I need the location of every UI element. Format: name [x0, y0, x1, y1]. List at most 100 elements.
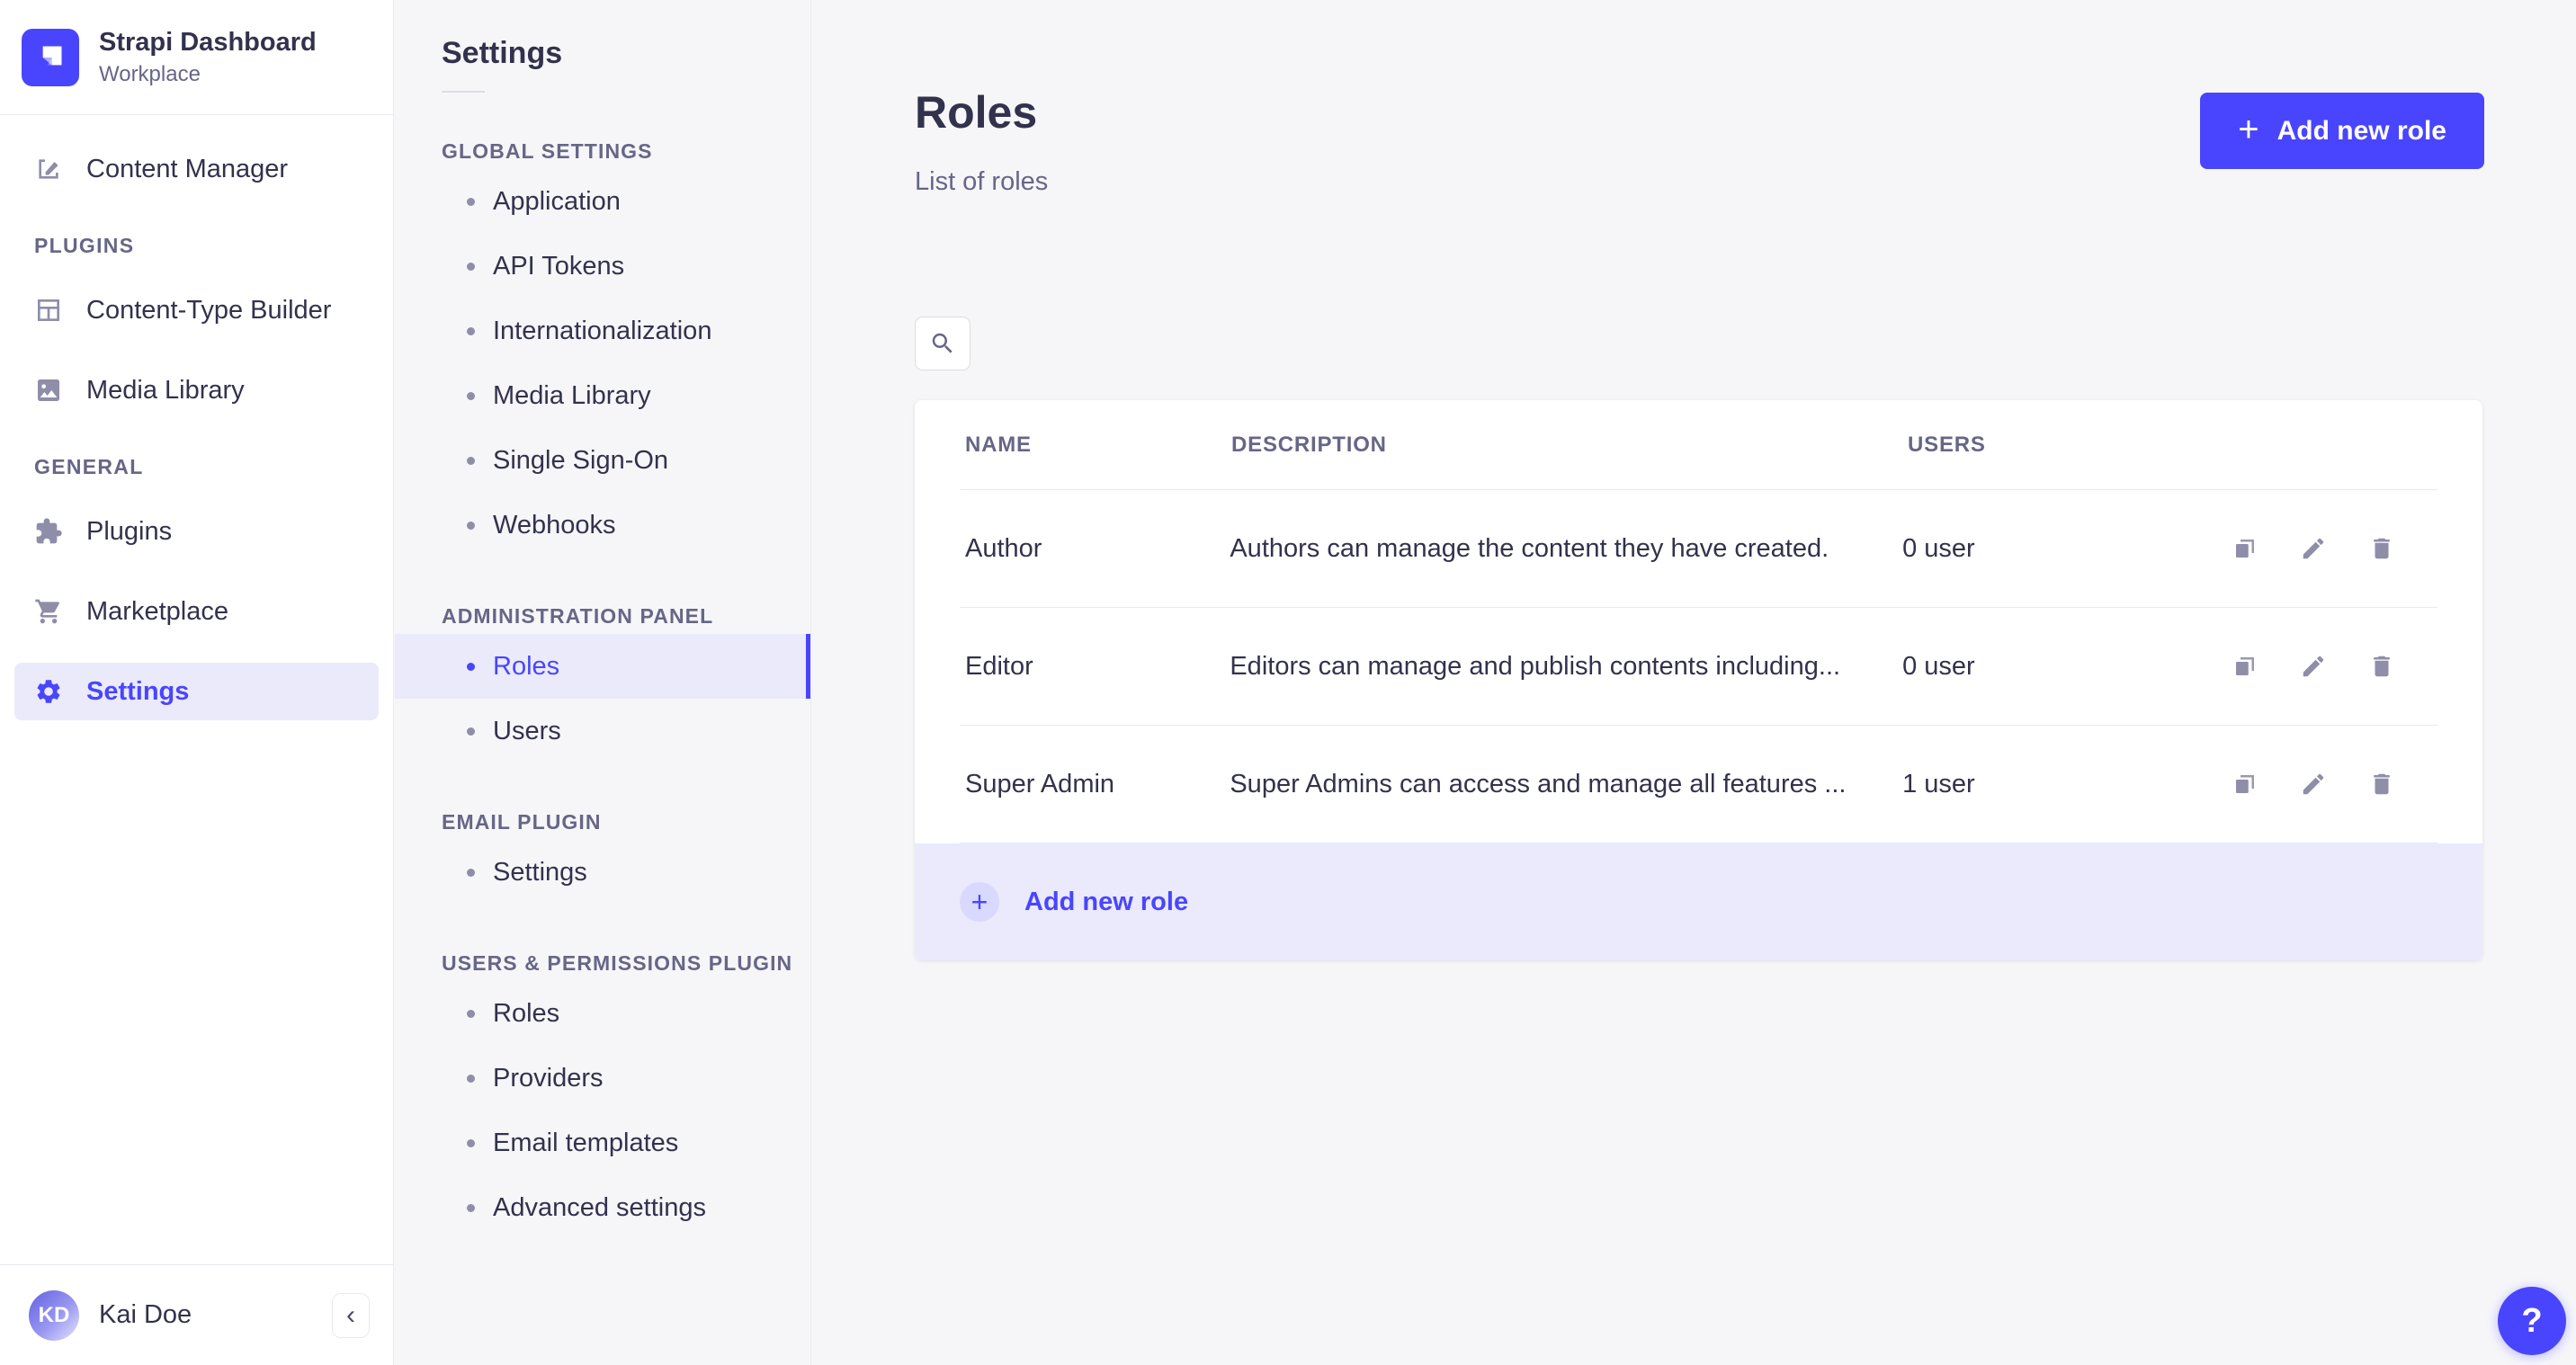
page-subtitle: List of roles: [915, 167, 1049, 196]
bullet-icon: [467, 262, 475, 271]
add-new-role-button[interactable]: + Add new role: [2200, 93, 2484, 169]
edit-role-button[interactable]: [2298, 651, 2329, 682]
user-name: Kai Doe: [99, 1300, 192, 1329]
subnav-item-application[interactable]: Application: [442, 169, 810, 234]
table-footer-add-role[interactable]: + Add new role: [915, 843, 2482, 960]
table-row-author[interactable]: Author Authors can manage the content th…: [960, 490, 2437, 608]
collapse-sidebar-button[interactable]: ‹: [332, 1292, 370, 1338]
main-nav: Content Manager PLUGINS Content-Type Bui…: [0, 115, 393, 720]
sidebar-item-content-manager[interactable]: Content Manager: [14, 140, 379, 198]
sidebar-item-plugins[interactable]: Plugins: [14, 503, 379, 560]
avatar[interactable]: KD: [29, 1289, 79, 1341]
subnav-item-email-templates[interactable]: Email templates: [442, 1111, 810, 1175]
bullet-icon: [467, 391, 475, 400]
trash-icon: [2374, 773, 2390, 795]
gear-icon: [37, 680, 60, 703]
subnav-item-media-library[interactable]: Media Library: [442, 363, 810, 428]
layout-icon: [38, 299, 59, 321]
sidebar-item-label: Content-Type Builder: [86, 295, 332, 325]
sidebar-item-settings[interactable]: Settings: [14, 663, 379, 720]
bullet-icon: [467, 1074, 475, 1083]
image-icon: [38, 379, 59, 401]
copy-icon: [2236, 657, 2254, 675]
subnav-section-email-plugin: EMAIL PLUGIN: [442, 810, 602, 834]
trash-icon: [2374, 538, 2390, 559]
edit-role-button[interactable]: [2298, 533, 2329, 564]
divider: [442, 91, 485, 93]
role-users-count: 0 user: [1902, 651, 1975, 681]
user-row: KD Kai Doe ‹: [0, 1264, 393, 1365]
pencil-icon: [2303, 773, 2324, 795]
bullet-icon: [467, 456, 475, 465]
bullet-icon: [467, 868, 475, 877]
role-users-count: 1 user: [1902, 769, 1975, 798]
subnav-item-single-sign-on[interactable]: Single Sign-On: [442, 428, 810, 493]
puzzle-icon: [36, 518, 62, 544]
subnav-item-label: Application: [493, 186, 621, 216]
sidebar-item-label: Media Library: [86, 375, 245, 405]
search-button[interactable]: [915, 317, 970, 370]
delete-role-button[interactable]: [2366, 651, 2397, 682]
subnav-item-roles-up[interactable]: Roles: [442, 981, 810, 1046]
plus-circle-icon: +: [960, 882, 999, 922]
subnav-item-providers[interactable]: Providers: [442, 1046, 810, 1111]
bullet-icon: [467, 197, 475, 206]
workspace-name: Workplace: [99, 61, 201, 86]
subnav-item-email-settings[interactable]: Settings: [442, 840, 810, 905]
help-button[interactable]: ?: [2498, 1287, 2566, 1355]
subnav-item-users[interactable]: Users: [442, 699, 810, 763]
delete-role-button[interactable]: [2366, 769, 2397, 799]
pen-icon: [39, 159, 58, 179]
bullet-icon: [467, 1138, 475, 1147]
column-header-users: USERS: [1908, 432, 1986, 457]
edit-role-button[interactable]: [2298, 769, 2329, 799]
roles-table-card: NAME DESCRIPTION USERS Author Authors ca…: [915, 400, 2482, 960]
workspace-header[interactable]: Strapi Dashboard Workplace: [0, 0, 393, 115]
delete-role-button[interactable]: [2366, 533, 2397, 564]
subnav-item-label: API Tokens: [493, 251, 625, 281]
subnav-item-label: Roles: [493, 998, 560, 1028]
role-description: Editors can manage and publish contents …: [1230, 651, 1841, 681]
sidebar-item-marketplace[interactable]: Marketplace: [14, 583, 379, 640]
table-row-editor[interactable]: Editor Editors can manage and publish co…: [960, 608, 2437, 726]
role-name: Editor: [965, 651, 1033, 681]
subnav-item-api-tokens[interactable]: API Tokens: [442, 234, 810, 299]
bullet-icon: [467, 662, 475, 671]
sidebar-item-label: Marketplace: [86, 596, 228, 626]
subnav-item-label: Internationalization: [493, 316, 712, 345]
column-header-name: NAME: [965, 432, 1032, 457]
search-icon: [932, 333, 953, 353]
bullet-icon: [467, 1203, 475, 1212]
subnav-item-label: Users: [493, 716, 561, 745]
bullet-icon: [467, 1009, 475, 1018]
subnav-item-label: Webhooks: [493, 510, 616, 540]
settings-subnav: Settings GLOBAL SETTINGS Application API…: [395, 0, 811, 1365]
main-content: Roles List of roles + Add new role NAME …: [812, 0, 2576, 1365]
page-title: Roles: [915, 87, 1038, 138]
subnav-section-administration-panel: ADMINISTRATION PANEL: [442, 604, 714, 628]
copy-icon: [2236, 775, 2254, 793]
subnav-section-global-settings: GLOBAL SETTINGS: [442, 139, 653, 163]
subnav-item-label: Single Sign-On: [493, 445, 669, 475]
subnav-item-advanced-settings[interactable]: Advanced settings: [442, 1175, 810, 1240]
pencil-icon: [2303, 656, 2324, 677]
duplicate-role-button[interactable]: [2230, 651, 2260, 682]
sidebar-item-content-type-builder[interactable]: Content-Type Builder: [14, 281, 379, 339]
subnav-item-label: Providers: [493, 1063, 604, 1093]
role-users-count: 0 user: [1902, 533, 1975, 563]
sidebar-section-plugins: PLUGINS: [34, 234, 135, 257]
plus-icon: +: [2238, 109, 2259, 149]
subnav-item-webhooks[interactable]: Webhooks: [442, 493, 810, 558]
app-title: Strapi Dashboard: [99, 28, 317, 58]
subnav-item-internationalization[interactable]: Internationalization: [442, 299, 810, 363]
subnav-item-label: Settings: [493, 857, 587, 887]
table-row-super-admin[interactable]: Super Admin Super Admins can access and …: [960, 726, 2437, 843]
subnav-item-roles-admin[interactable]: Roles: [395, 634, 810, 699]
subnav-section-users-permissions: USERS & PERMISSIONS PLUGIN: [442, 951, 793, 975]
duplicate-role-button[interactable]: [2230, 533, 2260, 564]
sidebar-item-media-library[interactable]: Media Library: [14, 361, 379, 419]
bullet-icon: [467, 727, 475, 736]
question-mark-icon: ?: [2521, 1301, 2543, 1340]
add-new-role-label: Add new role: [2276, 115, 2446, 146]
duplicate-role-button[interactable]: [2230, 769, 2260, 799]
